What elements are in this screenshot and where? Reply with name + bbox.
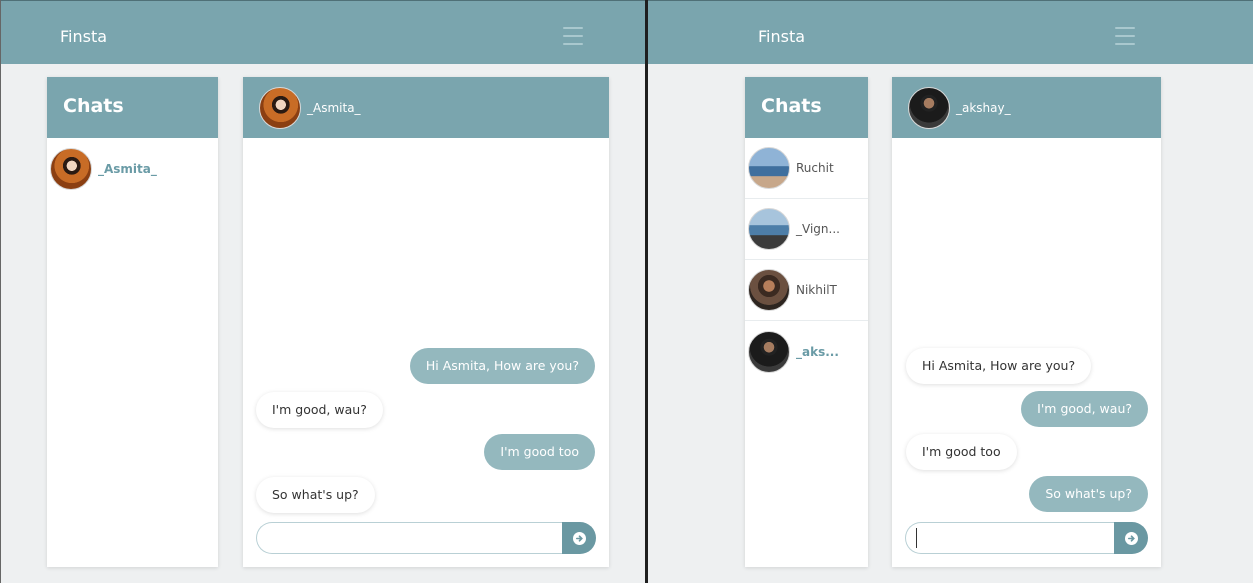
chat-item-name: NikhilT — [796, 283, 837, 297]
vign-avatar — [748, 208, 790, 250]
message-input[interactable] — [256, 522, 562, 554]
conversation-panel: _akshay_ Hi Asmita, How are you? I'm goo… — [892, 77, 1161, 567]
message-sent: Hi Asmita, How are you? — [409, 348, 595, 384]
conversation-header: _Asmita_ — [243, 77, 609, 138]
message-received: So what's up? — [256, 477, 375, 513]
chat-item-name: _Vign... — [796, 222, 840, 236]
message-received: I'm good, wau? — [256, 392, 383, 428]
brand-logo[interactable]: Finsta — [60, 27, 107, 46]
message-sent: I'm good, wau? — [1021, 391, 1148, 427]
chats-panel: Chats Ruchit _Vign... NikhilT _aks... — [745, 77, 868, 567]
navbar: Finsta — [648, 0, 1253, 64]
akshay-avatar[interactable] — [908, 87, 950, 129]
conversation-panel: _Asmita_ Hi Asmita, How are you? I'm goo… — [243, 77, 609, 567]
chat-list: Ruchit _Vign... NikhilT _aks... — [745, 138, 868, 382]
chat-item-nikhil[interactable]: NikhilT — [745, 260, 868, 321]
conversation-contact-name[interactable]: _akshay_ — [956, 101, 1011, 115]
chat-item-vign[interactable]: _Vign... — [745, 199, 868, 260]
send-button[interactable] — [562, 522, 596, 554]
message-sent: So what's up? — [1029, 476, 1148, 512]
chat-item-akshay[interactable]: _aks... — [745, 321, 868, 382]
message-input[interactable] — [905, 522, 1114, 554]
navbar: Finsta — [1, 0, 646, 64]
message-input-row — [256, 522, 596, 554]
left-window: Finsta Chats _Asmita_ _Asmita_ Hi Asmita… — [0, 0, 646, 583]
message-received: I'm good too — [906, 434, 1017, 470]
right-window: Finsta Chats Ruchit _Vign... NikhilT _ak… — [648, 0, 1253, 583]
nikhil-avatar — [748, 269, 790, 311]
chat-item-name: _aks... — [796, 345, 839, 359]
hamburger-menu-icon[interactable] — [1115, 27, 1135, 45]
chat-item-name: Ruchit — [796, 161, 834, 175]
send-arrow-icon — [572, 531, 586, 545]
conversation-header: _akshay_ — [892, 77, 1161, 138]
message-input-row — [905, 522, 1148, 554]
chat-item-asmita[interactable]: _Asmita_ — [47, 138, 218, 199]
chat-list: _Asmita_ — [47, 138, 218, 199]
chats-title: Chats — [63, 95, 124, 117]
chat-item-ruchit[interactable]: Ruchit — [745, 138, 868, 199]
message-received: Hi Asmita, How are you? — [906, 348, 1092, 384]
ruchit-avatar — [748, 147, 790, 189]
akshay-avatar — [748, 331, 790, 373]
chats-header: Chats — [47, 77, 218, 138]
conversation-contact-name[interactable]: _Asmita_ — [307, 101, 361, 115]
asmita-avatar[interactable] — [259, 87, 301, 129]
chats-title: Chats — [761, 95, 822, 117]
chat-item-name: _Asmita_ — [98, 162, 157, 176]
asmita-avatar — [50, 148, 92, 190]
brand-logo[interactable]: Finsta — [758, 27, 805, 46]
chats-panel: Chats _Asmita_ — [47, 77, 218, 567]
chats-header: Chats — [745, 77, 868, 138]
hamburger-menu-icon[interactable] — [563, 27, 583, 45]
send-button[interactable] — [1114, 522, 1148, 554]
text-cursor — [916, 528, 917, 548]
send-arrow-icon — [1124, 531, 1138, 545]
message-sent: I'm good too — [484, 434, 595, 470]
